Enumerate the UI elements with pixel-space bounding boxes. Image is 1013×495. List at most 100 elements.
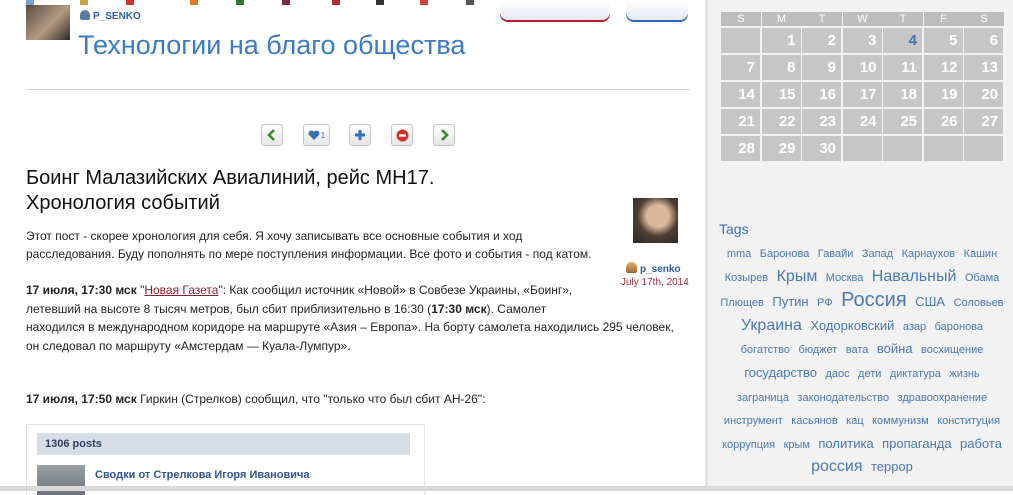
- header-button-blue[interactable]: [626, 0, 688, 20]
- tag-link[interactable]: Крым: [777, 266, 818, 289]
- next-post-button[interactable]: [433, 124, 455, 146]
- tag-link[interactable]: государство: [744, 362, 817, 385]
- tag-link[interactable]: террор: [871, 456, 913, 479]
- calendar-day[interactable]: 26: [923, 109, 963, 134]
- tag-link[interactable]: Запад: [862, 243, 893, 266]
- tag-link[interactable]: Россия: [841, 289, 907, 312]
- tag-link[interactable]: Козырев: [725, 267, 768, 290]
- tag-link[interactable]: заграница: [737, 387, 789, 410]
- calendar-day[interactable]: 10: [842, 55, 882, 80]
- calendar-day[interactable]: 22: [761, 109, 801, 134]
- calendar-day[interactable]: 27: [964, 109, 1003, 134]
- header-avatar[interactable]: [26, 5, 70, 40]
- calendar-empty-cell: [964, 136, 1003, 161]
- calendar-day[interactable]: 17: [842, 82, 882, 107]
- tags-title: Tags: [719, 221, 749, 237]
- tag-link[interactable]: даос: [825, 363, 849, 386]
- tag-link[interactable]: Путин: [772, 291, 808, 314]
- post-title-line: Боинг Малазийских Авиалиний, рейс MH17.: [26, 167, 435, 189]
- calendar-day[interactable]: 7: [721, 55, 760, 80]
- add-friend-button[interactable]: [349, 124, 371, 146]
- tag-link[interactable]: россия: [811, 456, 862, 479]
- header-author-name[interactable]: p_senko: [93, 11, 141, 22]
- tag-link[interactable]: крым: [784, 434, 810, 457]
- site-title[interactable]: Технологии на благо общества: [78, 30, 465, 61]
- calendar-day[interactable]: 1: [761, 28, 801, 53]
- header-button-red[interactable]: [500, 0, 610, 20]
- calendar-day[interactable]: 8: [761, 55, 801, 80]
- author-avatar[interactable]: [633, 198, 678, 243]
- post-author[interactable]: p_senko: [626, 262, 681, 275]
- calendar-day[interactable]: 5: [923, 28, 963, 53]
- calendar-day[interactable]: 11: [883, 55, 922, 80]
- tag-link[interactable]: кац: [846, 410, 863, 433]
- tag-link[interactable]: Плющев: [720, 292, 763, 315]
- tag-link[interactable]: Москва: [826, 267, 864, 290]
- tag-link[interactable]: касьянов: [791, 410, 837, 433]
- calendar-day[interactable]: 23: [802, 109, 841, 134]
- tag-link[interactable]: политика: [818, 433, 873, 456]
- tag-link[interactable]: азар: [903, 316, 926, 339]
- tag-link[interactable]: война: [877, 338, 913, 361]
- entry-text: Гиркин (Стрелков) сообщил, что "только ч…: [136, 392, 486, 406]
- calendar-day[interactable]: 24: [842, 109, 882, 134]
- tag-link[interactable]: работа: [960, 433, 1002, 456]
- header-author[interactable]: p_senko: [80, 10, 141, 22]
- tag-link[interactable]: Карнаухов: [902, 243, 956, 266]
- tag-link[interactable]: Обама: [965, 267, 999, 290]
- tag-link[interactable]: восхищение: [921, 339, 983, 362]
- no-entry-icon: [396, 129, 408, 141]
- tag-link[interactable]: богатство: [741, 339, 790, 362]
- calendar-day[interactable]: 18: [883, 82, 922, 107]
- calendar-day[interactable]: 4: [883, 28, 922, 53]
- weekday-header: S: [721, 12, 761, 26]
- tag-link[interactable]: Соловьев: [954, 292, 1004, 315]
- calendar-day[interactable]: 2: [802, 28, 841, 53]
- entry-line: 17 июля, 17:50 мск Гиркин (Стрелков) соо…: [26, 390, 696, 409]
- block-button[interactable]: [391, 124, 413, 146]
- embed-link[interactable]: Сводки от Стрелкова Игоря Ивановича: [95, 469, 310, 481]
- tag-link[interactable]: Украина: [741, 315, 802, 338]
- tag-link[interactable]: Баронова: [760, 243, 810, 266]
- calendar-day[interactable]: 25: [883, 109, 922, 134]
- tag-link[interactable]: здравоохранение: [898, 387, 988, 410]
- calendar-day[interactable]: 21: [721, 109, 760, 134]
- calendar-day[interactable]: 3: [842, 28, 882, 53]
- calendar-day[interactable]: 29: [761, 136, 801, 161]
- tag-link[interactable]: бюджет: [798, 339, 837, 362]
- tag-link[interactable]: Навальный: [872, 266, 957, 289]
- tag-link[interactable]: баронова: [935, 316, 983, 339]
- tag-link[interactable]: Гавайи: [818, 243, 854, 266]
- calendar-day[interactable]: 20: [964, 82, 1003, 107]
- tag-link[interactable]: диктатура: [890, 363, 941, 386]
- calendar-day[interactable]: 14: [721, 82, 760, 107]
- calendar-day[interactable]: 12: [923, 55, 963, 80]
- tag-link[interactable]: Ходорковский: [810, 315, 894, 338]
- tag-link[interactable]: коммунизм: [872, 410, 929, 433]
- calendar-day[interactable]: 19: [923, 82, 963, 107]
- tag-link[interactable]: США: [915, 291, 945, 314]
- tag-link[interactable]: пропаганда: [882, 433, 951, 456]
- tag-link[interactable]: РФ: [817, 292, 833, 315]
- calendar-day[interactable]: 13: [964, 55, 1003, 80]
- calendar-day[interactable]: 6: [964, 28, 1003, 53]
- source-link[interactable]: Новая Газета: [144, 283, 218, 297]
- tag-link[interactable]: mma: [727, 243, 751, 266]
- prev-post-button[interactable]: [261, 124, 283, 146]
- tag-link[interactable]: жизнь: [949, 363, 979, 386]
- tag-link[interactable]: Кашин: [964, 243, 998, 266]
- post-author-name[interactable]: p_senko: [640, 264, 681, 275]
- calendar-day[interactable]: 16: [802, 82, 841, 107]
- tag-link[interactable]: вата: [846, 339, 869, 362]
- bottom-border: [0, 486, 1013, 491]
- tag-link[interactable]: дети: [858, 363, 881, 386]
- calendar-day[interactable]: 28: [721, 136, 760, 161]
- tag-link[interactable]: коррупция: [722, 434, 775, 457]
- calendar-day[interactable]: 30: [802, 136, 841, 161]
- tag-link[interactable]: законодательство: [797, 387, 889, 410]
- tag-link[interactable]: конституция: [937, 410, 1000, 433]
- tag-link[interactable]: инструмент: [724, 410, 783, 433]
- like-button[interactable]: 1: [303, 124, 330, 146]
- calendar-day[interactable]: 9: [802, 55, 841, 80]
- calendar-day[interactable]: 15: [761, 82, 801, 107]
